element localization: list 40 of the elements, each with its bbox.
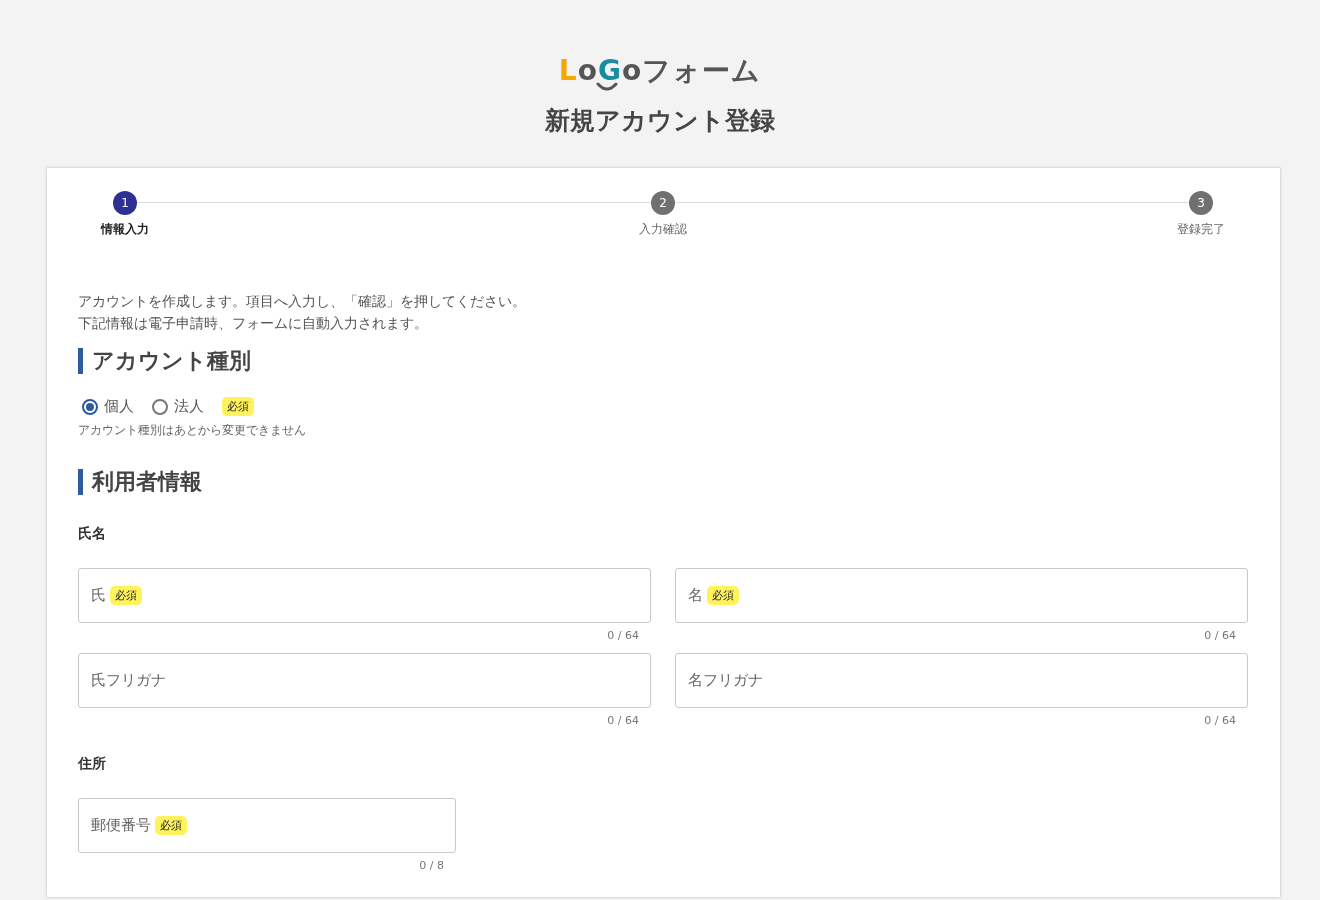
step-label: 情報入力	[101, 221, 149, 238]
section-heading: 利用者情報	[78, 469, 1248, 495]
page-title: 新規アカウント登録	[545, 105, 775, 137]
character-counter: 0 / 64	[1203, 714, 1237, 728]
character-counter: 0 / 64	[606, 629, 640, 643]
input-field[interactable]: 氏フリガナ	[78, 653, 651, 708]
input-field[interactable]: 氏 必須	[78, 568, 651, 623]
radio-button[interactable]	[82, 398, 98, 415]
field-group-label: 住所	[78, 755, 107, 773]
required-badge: 必須	[222, 397, 254, 416]
field-placeholder: 郵便番号	[91, 816, 151, 835]
input-field[interactable]: 郵便番号 必須	[78, 798, 456, 853]
field-placeholder: 名フリガナ	[688, 671, 763, 690]
section-heading: アカウント種別	[78, 348, 1248, 374]
step-label: 入力確認	[639, 221, 687, 238]
required-badge: 必須	[707, 586, 739, 605]
field-placeholder: 氏	[91, 586, 106, 605]
radio-option[interactable]: 法人	[152, 397, 204, 416]
step-number: 1	[113, 191, 137, 215]
radio-label: 個人	[104, 397, 134, 416]
input-field[interactable]: 名 必須	[675, 568, 1248, 623]
required-badge: 必須	[110, 586, 142, 605]
radio-button[interactable]	[152, 398, 168, 415]
intro-text: アカウントを作成します。項目へ入力し、「確認」を押してください。	[78, 292, 527, 311]
character-counter: 0 / 64	[1203, 629, 1237, 643]
field-placeholder: 名	[688, 586, 703, 605]
hint-text: アカウント種別はあとから変更できません	[78, 422, 307, 439]
character-counter: 0 / 8	[418, 859, 445, 873]
field-placeholder: 氏フリガナ	[91, 671, 166, 690]
step-number: 3	[1189, 191, 1213, 215]
radio-label: 法人	[174, 397, 204, 416]
field-group-label: 氏名	[78, 525, 107, 543]
logo: LoGoフォーム	[558, 54, 762, 88]
step-number: 2	[651, 191, 675, 215]
intro-text: 下記情報は電子申請時、フォームに自動入力されます。	[78, 314, 429, 333]
character-counter: 0 / 64	[606, 714, 640, 728]
input-field[interactable]: 名フリガナ	[675, 653, 1248, 708]
radio-option[interactable]: 個人	[82, 397, 134, 416]
step-label: 登録完了	[1177, 221, 1225, 238]
required-badge: 必須	[155, 816, 187, 835]
